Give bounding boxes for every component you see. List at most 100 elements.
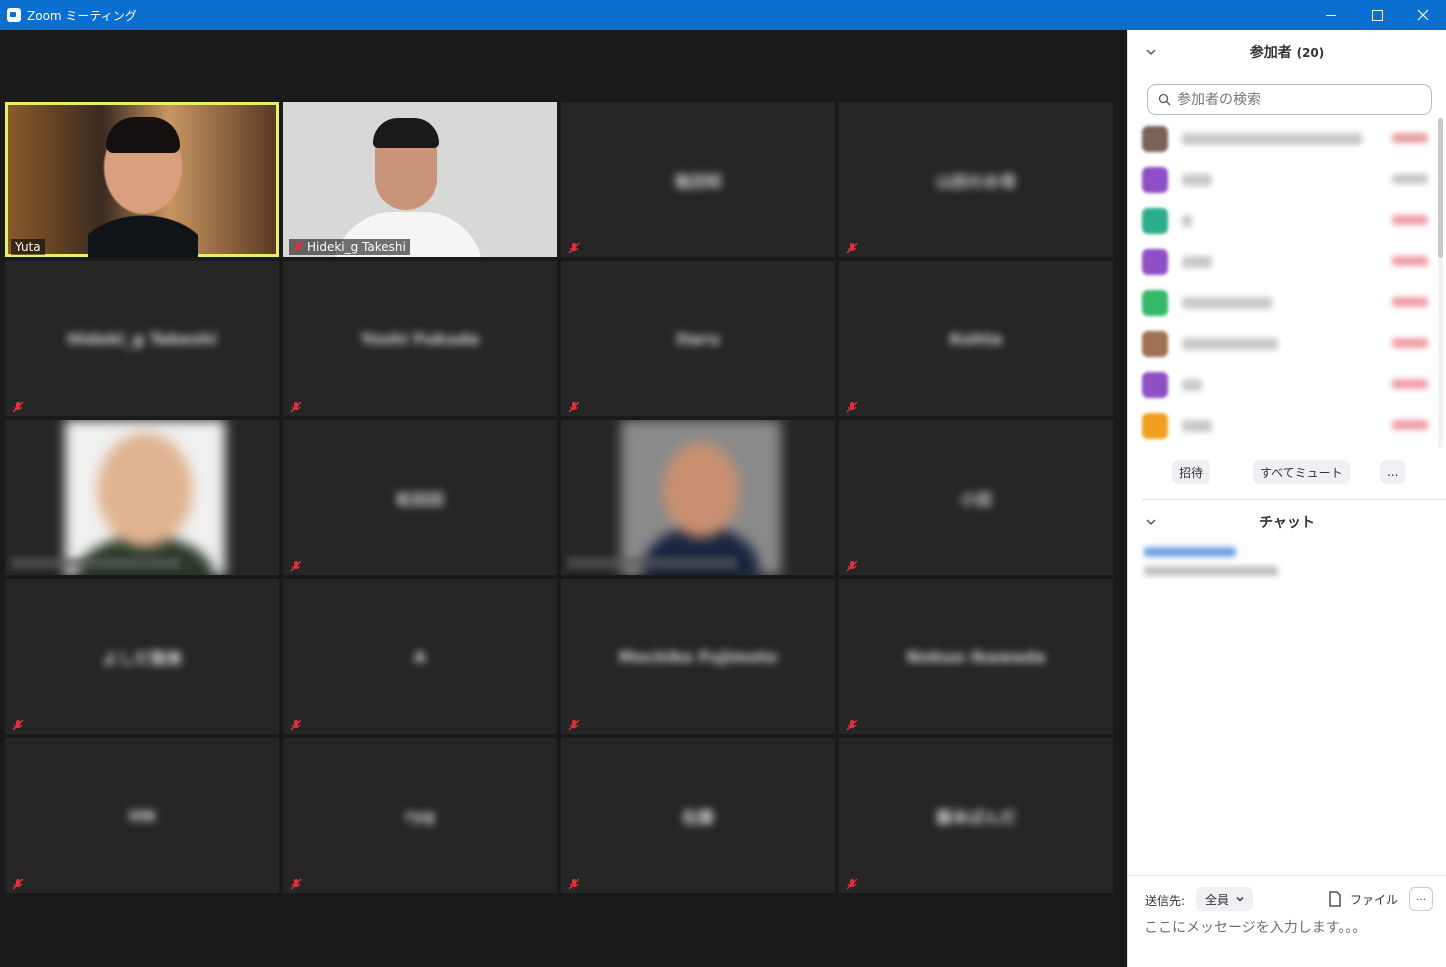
chevron-down-icon (1236, 897, 1244, 902)
gallery-grid: Yuta Hideki_g Takeshi 塩田知 山田のお母 Hideki_g Tak… (5, 102, 1117, 893)
participant-row[interactable] (1142, 323, 1434, 364)
divider (1142, 499, 1446, 500)
avatar (1142, 166, 1168, 193)
chat-message-input[interactable] (1144, 916, 1434, 940)
participant-name: A (413, 647, 427, 666)
participant-search-input[interactable] (1177, 91, 1417, 108)
participant-row[interactable] (1142, 364, 1434, 405)
participants-count: (20) (1296, 46, 1325, 60)
video-tile[interactable]: A (283, 579, 557, 734)
video-tile[interactable]: Kohta (839, 261, 1113, 416)
muted-mic-icon (568, 875, 580, 890)
participant-row[interactable] (1142, 200, 1434, 241)
muted-mic-icon (290, 557, 302, 572)
video-tile[interactable]: ryg (283, 738, 557, 893)
participant-video (8, 105, 276, 257)
participant-status-icons (1392, 338, 1428, 348)
muted-mic-icon (846, 716, 858, 731)
participant-status-icons (1392, 379, 1428, 389)
chat-message-blurred (1144, 566, 1278, 576)
participant-name-blurred (1182, 378, 1202, 391)
search-icon (1158, 93, 1171, 106)
mute-all-button[interactable]: すべてミュート (1253, 460, 1350, 484)
participant-name: Mochiko Fujimoto (618, 647, 778, 666)
window-title: Zoom ミーティング (27, 8, 137, 23)
video-tile[interactable] (5, 420, 279, 575)
video-tile[interactable]: Yoshi Fukuda (283, 261, 557, 416)
participant-name: 松田田 (395, 489, 444, 509)
participant-row[interactable] (1142, 405, 1434, 446)
participant-name: Itaru (676, 329, 720, 348)
file-icon (1329, 891, 1341, 907)
chat-header: チャット (1128, 506, 1446, 536)
participant-name-text: Hideki_g Takeshi (307, 240, 406, 254)
file-button[interactable]: ファイル (1328, 889, 1398, 909)
muted-mic-icon (568, 239, 580, 254)
participant-name: HN (128, 806, 156, 825)
participant-name-blurred (1182, 419, 1212, 432)
participant-name: Nobuo Ikawada (906, 647, 1046, 666)
divider (1128, 875, 1446, 876)
participant-row[interactable] (1142, 159, 1434, 200)
participant-status-icons (1392, 256, 1428, 266)
participant-actions: 招待 すべてミュート ... (1128, 460, 1446, 486)
video-tile[interactable]: Hideki_g Takeshi (5, 261, 279, 416)
video-tile[interactable]: 塩田知 (561, 102, 835, 257)
avatar (1142, 412, 1168, 439)
close-button[interactable] (1400, 0, 1446, 30)
muted-mic-icon (846, 239, 858, 254)
participant-name-label: Hideki_g Takeshi (289, 239, 410, 255)
muted-mic-icon (568, 398, 580, 413)
invite-button[interactable]: 招待 (1172, 460, 1211, 484)
participant-name-blurred (1182, 173, 1212, 186)
participant-status-icons (1392, 215, 1428, 225)
muted-mic-icon (12, 716, 24, 731)
video-tile[interactable]: Mochiko Fujimoto (561, 579, 835, 734)
participant-name-blurred (1182, 296, 1272, 309)
video-tile[interactable]: Nobuo Ikawada (839, 579, 1113, 734)
video-tile[interactable] (561, 420, 835, 575)
participant-status-icons (1392, 174, 1428, 184)
video-tile[interactable]: よしだ雅美 (5, 579, 279, 734)
video-tile[interactable]: 小田 (839, 420, 1113, 575)
participant-name-blurred (1182, 337, 1278, 350)
chat-sender-blurred (1144, 547, 1236, 557)
participants-more-button[interactable]: ... (1380, 460, 1406, 484)
send-to-dropdown[interactable]: 全員 (1196, 887, 1254, 911)
minimize-button[interactable] (1308, 0, 1354, 30)
video-tile[interactable]: Yuta (5, 102, 279, 257)
muted-mic-icon (846, 875, 858, 890)
participants-header: 参加者 (20) (1128, 30, 1446, 74)
participant-row[interactable] (1142, 282, 1434, 323)
video-tile[interactable]: 山田のお母 (839, 102, 1113, 257)
participant-name-blurred (1182, 214, 1192, 227)
participant-search[interactable] (1147, 84, 1432, 115)
participant-name: Hideki_g Takeshi (67, 329, 217, 348)
video-tile[interactable]: HN (5, 738, 279, 893)
send-to-label: 送信先: (1145, 894, 1186, 908)
video-tile[interactable]: 佐藤 (561, 738, 835, 893)
title-bar: Zoom ミーティング (0, 0, 1446, 30)
video-tile[interactable]: 松田田 (283, 420, 557, 575)
participant-name: Yoshi Fukuda (360, 329, 480, 348)
muted-mic-icon (290, 875, 302, 890)
participant-name-label-blurred (567, 557, 737, 569)
maximize-button[interactable] (1354, 0, 1400, 30)
participant-list-scrollbar[interactable] (1438, 118, 1443, 448)
participant-name: 山田のお母 (935, 171, 1016, 191)
video-tile[interactable]: Itaru (561, 261, 835, 416)
participant-video (283, 102, 557, 257)
participant-name: Kohta (949, 329, 1003, 348)
participants-title: 参加者 (20) (1128, 42, 1446, 62)
chat-composer-toolbar: 送信先: 全員 ファイル ··· (1128, 885, 1446, 917)
video-tile[interactable]: Hideki_g Takeshi (283, 102, 557, 257)
participant-row[interactable] (1142, 118, 1434, 159)
file-label: ファイル (1350, 892, 1399, 907)
chat-more-button[interactable]: ··· (1409, 887, 1433, 911)
scrollbar-thumb[interactable] (1438, 118, 1443, 258)
muted-mic-icon (12, 875, 24, 890)
participant-status-icons (1392, 297, 1428, 307)
participant-row[interactable] (1142, 241, 1434, 282)
video-tile[interactable]: 藤本ぱんだ (839, 738, 1113, 893)
participant-list (1142, 118, 1434, 446)
